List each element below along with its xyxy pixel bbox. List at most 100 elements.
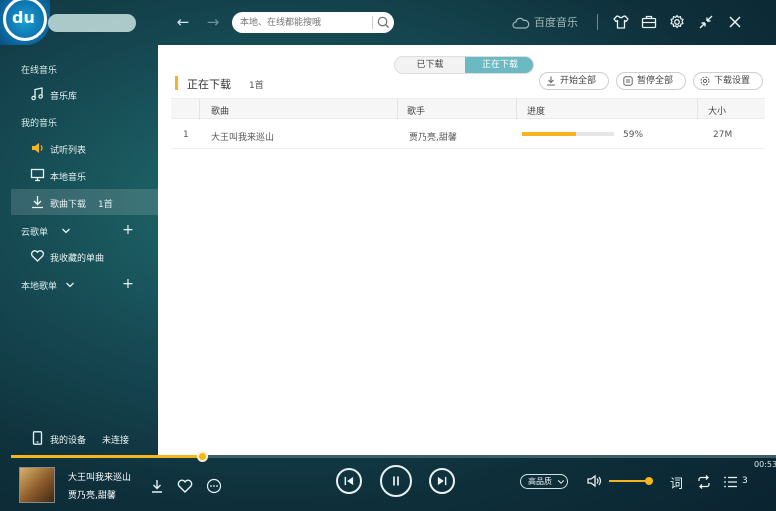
pause-all-label: 暂停全部: [637, 76, 674, 86]
logo: du: [0, 0, 50, 45]
table-row[interactable]: 1 大王叫我来巡山 贾乃亮,甜馨 59% 27M: [171, 121, 765, 149]
heart-icon[interactable]: [176, 477, 194, 495]
cloud-logo-icon: [512, 17, 530, 29]
page-title: 正在下载: [187, 78, 231, 91]
toolbar-separator: [597, 14, 598, 30]
chevron-down-icon: [557, 480, 565, 484]
mini-mode-icon[interactable]: [697, 13, 715, 31]
prev-icon: [344, 476, 354, 486]
tab-downloaded[interactable]: 已下载: [395, 57, 465, 73]
app-window: du ← → 百度音乐: [0, 0, 776, 511]
column-progress[interactable]: 进度: [527, 104, 545, 117]
volume-slider[interactable]: [609, 477, 653, 485]
tab-downloading[interactable]: 正在下载: [465, 57, 533, 73]
row-size: 27M: [713, 130, 733, 140]
column-artist[interactable]: 歌手: [407, 104, 425, 117]
download-icon: [30, 195, 45, 209]
quality-label: 高品质: [528, 477, 552, 486]
pause-icon: [393, 476, 399, 486]
phone-icon: [30, 431, 45, 445]
title-accent-bar: [175, 76, 178, 90]
now-playing-title[interactable]: 大王叫我来巡山: [68, 470, 131, 483]
queue-count: 3: [742, 476, 748, 486]
playback-time: 00:53: [754, 460, 776, 469]
sidebar-section-local-playlist[interactable]: 本地歌单: [21, 279, 57, 292]
pause-all-button[interactable]: 暂停全部: [616, 72, 686, 90]
sidebar-item-music-library[interactable]: 音乐库: [11, 81, 158, 107]
sidebar-item-label: 我的设备: [50, 436, 87, 446]
sidebar-section-cloud-playlist[interactable]: 云歌单: [21, 225, 48, 238]
sidebar-item-label: 音乐库: [50, 92, 78, 102]
plus-icon[interactable]: +: [121, 223, 135, 237]
playlist-icon[interactable]: [722, 473, 740, 491]
volume-handle[interactable]: [644, 477, 653, 485]
logo-mark-icon: du: [12, 8, 35, 27]
start-all-label: 开始全部: [560, 76, 597, 86]
prev-button[interactable]: [336, 468, 362, 494]
sidebar-item-label: 歌曲下载: [50, 200, 87, 210]
plus-icon[interactable]: +: [121, 277, 135, 291]
table-header: 歌曲 歌手 进度 大小: [171, 98, 765, 120]
close-icon[interactable]: [726, 13, 744, 31]
sidebar-item-label: 试听列表: [50, 146, 87, 156]
search-icon[interactable]: [376, 15, 391, 30]
gear-icon[interactable]: [668, 13, 686, 31]
row-artist: 贾乃亮,甜馨: [409, 133, 457, 143]
sidebar-item-my-device[interactable]: 我的设备 未连接: [11, 425, 158, 451]
next-icon: [437, 476, 447, 486]
music-note-icon: [30, 87, 45, 101]
download-settings-button[interactable]: 下载设置: [693, 72, 763, 90]
sidebar-item-song-download[interactable]: 歌曲下载 1首: [11, 189, 158, 215]
sidebar-section-online: 在线音乐: [21, 66, 58, 76]
start-all-button[interactable]: 开始全部: [539, 72, 609, 90]
sidebar-item-local-music[interactable]: 本地音乐: [11, 162, 158, 188]
skin-icon[interactable]: [612, 13, 630, 31]
speaker-icon: [30, 141, 45, 155]
volume-icon[interactable]: [585, 472, 603, 490]
column-divider: [516, 99, 517, 120]
next-button[interactable]: [429, 468, 455, 494]
heart-icon: [30, 249, 45, 263]
back-arrow-icon[interactable]: ←: [174, 13, 192, 31]
quality-select[interactable]: 高品质: [520, 474, 568, 489]
monitor-icon: [30, 168, 45, 182]
device-status: 未连接: [102, 436, 130, 446]
brand-logo: 百度音乐: [512, 14, 578, 30]
page-count: 1首: [249, 81, 264, 91]
search-input[interactable]: [240, 15, 368, 30]
lyrics-button[interactable]: 词: [670, 473, 683, 492]
now-playing-artist[interactable]: 贾乃亮,甜馨: [68, 488, 116, 501]
repeat-icon[interactable]: [695, 473, 713, 491]
chevron-down-icon[interactable]: [65, 280, 75, 290]
sidebar-item-label: 本地音乐: [50, 173, 87, 183]
row-progress-text: 59%: [623, 130, 644, 140]
user-login-pill[interactable]: [48, 14, 136, 32]
sidebar-section-my-music: 我的音乐: [21, 119, 58, 129]
sidebar-item-favorite-songs[interactable]: 我收藏的单曲: [11, 243, 158, 269]
top-bar: du ← → 百度音乐: [0, 0, 776, 45]
play-pause-button[interactable]: [380, 465, 412, 497]
forward-arrow-icon[interactable]: →: [204, 13, 222, 31]
player-bar: 00:53 大王叫我来巡山 贾乃亮,甜馨 高品质 词 3: [11, 458, 776, 511]
album-cover[interactable]: [19, 467, 55, 503]
column-size[interactable]: 大小: [708, 104, 726, 117]
download-icon: [546, 76, 556, 86]
column-song[interactable]: 歌曲: [211, 104, 229, 117]
main-panel: 已下载 正在下载 正在下载 1首 开始全部 暂停全部 下载设置 歌曲 歌手 进度…: [158, 45, 776, 456]
row-progress-fill: [522, 132, 577, 136]
more-icon[interactable]: [205, 477, 223, 495]
chevron-down-icon[interactable]: [61, 226, 71, 236]
column-divider: [397, 99, 398, 120]
search-box: [232, 12, 394, 33]
column-divider: [199, 99, 200, 120]
toolbox-icon[interactable]: [640, 13, 658, 31]
sidebar-item-trial-list[interactable]: 试听列表: [11, 135, 158, 161]
download-tab-switch: 已下载 正在下载: [394, 56, 534, 74]
row-song: 大王叫我来巡山: [211, 133, 275, 143]
column-divider: [697, 99, 698, 120]
download-icon[interactable]: [148, 477, 166, 495]
download-count-badge: 1首: [98, 200, 113, 210]
brand-name: 百度音乐: [534, 16, 578, 29]
search-divider: [372, 16, 373, 29]
download-settings-label: 下载设置: [714, 76, 751, 86]
